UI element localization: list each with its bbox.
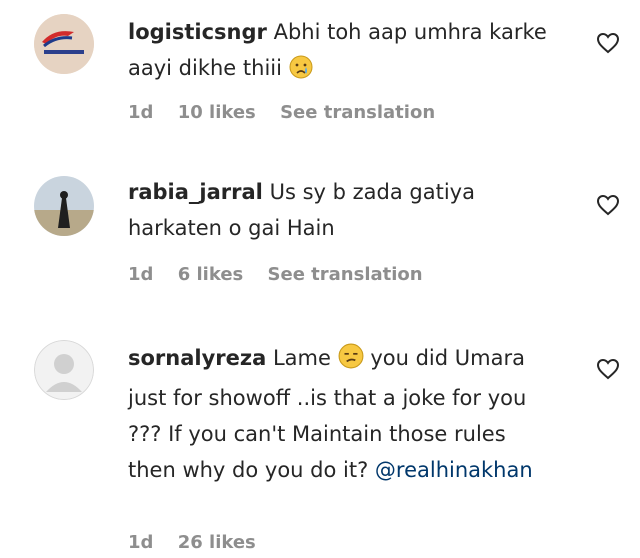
comment-item: sornalyreza Lame you did Umara just for … [0, 326, 640, 558]
comment-meta: 1d 10 likes See translation [128, 102, 453, 123]
comment-body: rabia_jarral Us sy b zada gatiya harkate… [128, 174, 568, 246]
mention-link[interactable]: @realhinakhan [375, 458, 533, 482]
see-translation-link[interactable]: See translation [268, 264, 423, 285]
avatar-rabia-jarral[interactable] [34, 176, 94, 236]
see-translation-link[interactable]: See translation [280, 102, 435, 123]
comment-meta: 1d 26 likes [128, 532, 274, 553]
comment-text: Lame [272, 346, 331, 370]
comment-time: 1d [128, 102, 154, 123]
comment-username[interactable]: logisticsngr [128, 20, 267, 44]
comment-item: rabia_jarral Us sy b zada gatiya harkate… [0, 160, 640, 310]
crying-face-icon [289, 54, 313, 90]
heart-outline-icon[interactable] [596, 358, 622, 382]
heart-outline-icon[interactable] [596, 194, 622, 218]
logistics-logo-icon [34, 14, 94, 74]
heart-outline-icon[interactable] [596, 32, 622, 56]
comment-body: sornalyreza Lame you did Umara just for … [128, 340, 548, 488]
comment-time: 1d [128, 264, 154, 285]
default-avatar-icon[interactable] [34, 340, 94, 400]
comment-meta: 1d 6 likes See translation [128, 264, 441, 285]
comment-likes[interactable]: 26 likes [178, 532, 256, 553]
comment-username[interactable]: sornalyreza [128, 346, 266, 370]
avatar-logisticsngr[interactable] [34, 14, 94, 74]
comment-body: logisticsngr Abhi toh aap umhra karke aa… [128, 14, 568, 90]
comment-likes[interactable]: 10 likes [178, 102, 256, 123]
profile-photo-icon [34, 176, 94, 236]
comment-item: logisticsngr Abhi toh aap umhra karke aa… [0, 0, 640, 150]
comment-likes[interactable]: 6 likes [178, 264, 244, 285]
comment-time: 1d [128, 532, 154, 553]
comment-username[interactable]: rabia_jarral [128, 180, 263, 204]
unamused-face-icon [338, 343, 364, 380]
